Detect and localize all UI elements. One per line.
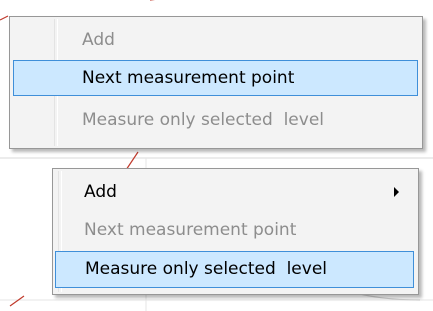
menu-item-label: Add: [82, 29, 115, 50]
menu-item-add[interactable]: Add: [13, 23, 418, 57]
context-menu-bottom: Add Next measurement point Measure only …: [52, 168, 419, 295]
menu-item-add[interactable]: Add: [56, 175, 414, 209]
submenu-arrow-icon: [394, 187, 399, 197]
menu-item-next-measurement-point[interactable]: Next measurement point: [56, 213, 414, 247]
menu-item-measure-selected-level[interactable]: Measure only selected level: [13, 102, 418, 138]
menu-item-label: Next measurement point: [84, 219, 297, 240]
curve-segment: [0, 15, 9, 21]
curve-segment: [9, 295, 25, 307]
menu-item-next-measurement-point[interactable]: Next measurement point: [13, 60, 418, 96]
menu-item-label: Add: [84, 181, 117, 202]
context-menu-top: Add Next measurement point Measure only …: [9, 16, 423, 149]
menu-item-label: Measure only selected level: [82, 109, 325, 130]
menu-item-label: Measure only selected level: [85, 259, 328, 279]
menu-item-label: Next measurement point: [82, 67, 295, 88]
menu-item-measure-selected-level[interactable]: Measure only selected level: [55, 251, 414, 288]
